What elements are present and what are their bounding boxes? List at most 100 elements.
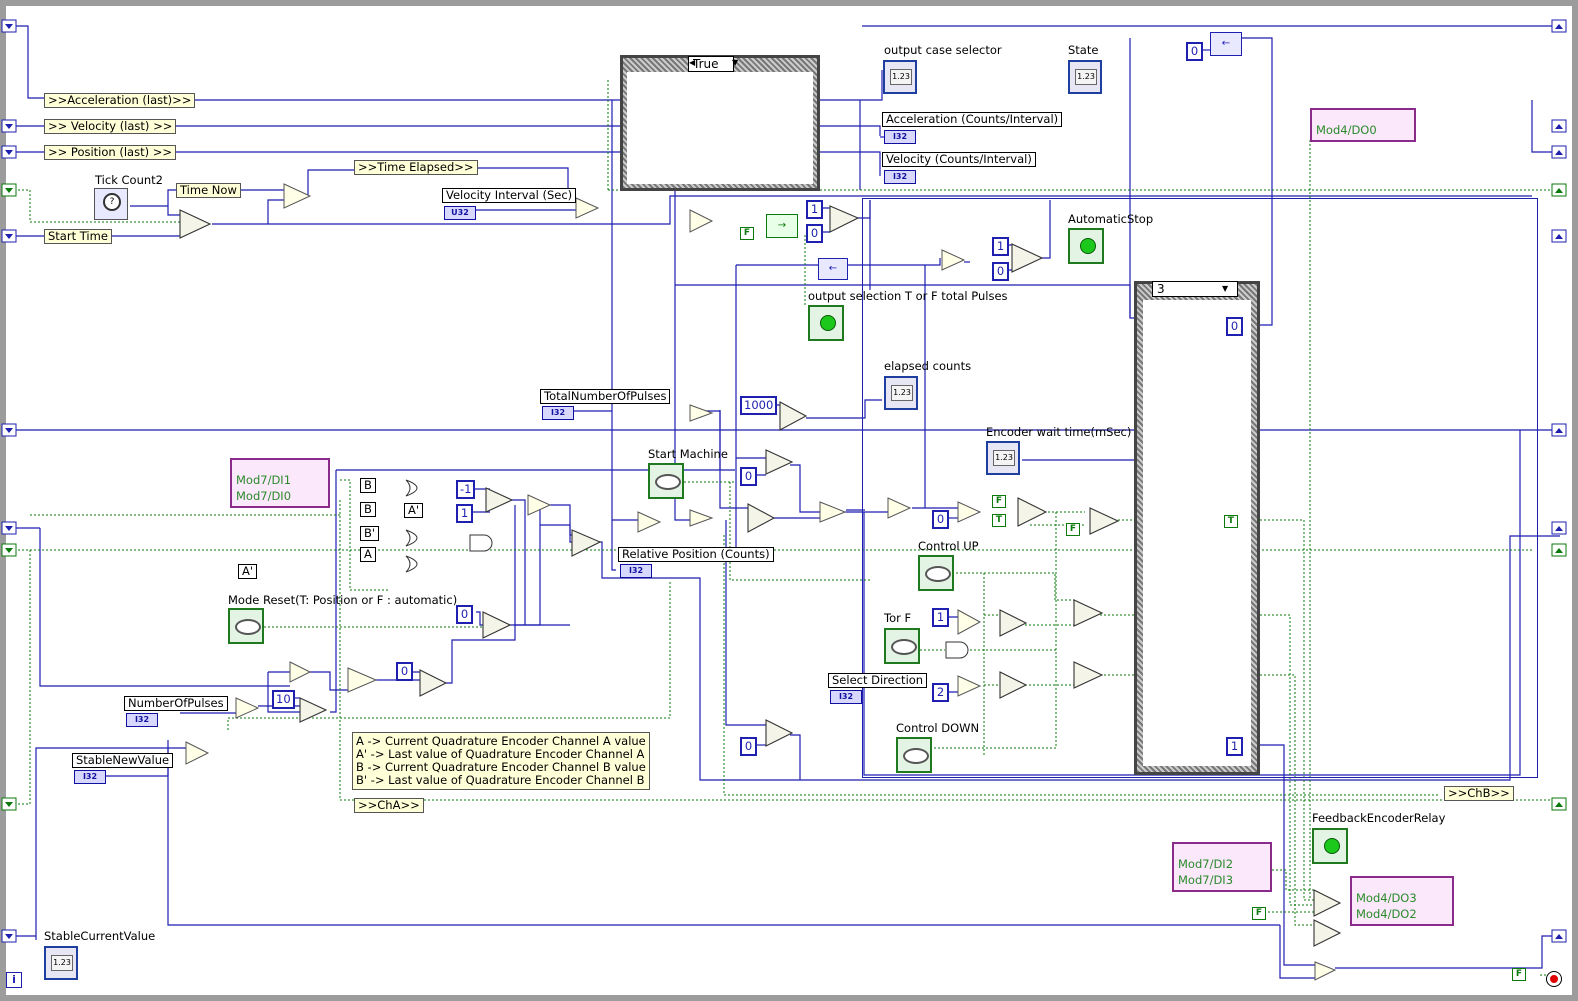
const-zero-a[interactable]: 0 [456,605,473,624]
const-zero-e[interactable]: 0 [806,224,823,243]
automatic-stop-led [1068,228,1104,264]
const-false-d[interactable]: F [1252,907,1266,920]
stable-new-value-label: StableNewValue [72,753,174,768]
acceleration-shift-register: >>Acceleration (last)>> [44,93,196,108]
mode-reset-switch[interactable] [228,608,264,644]
chB-shift-register: >>ChB>> [1444,786,1514,801]
number-of-pulses-i32[interactable]: I32 [126,713,158,727]
di3-channel[interactable]: Mod7/DI3 [1178,872,1266,888]
const-zero-i[interactable]: 0 [1226,317,1243,336]
mode-reset-label: Mode Reset(T: Position or F : automatic) [228,593,458,607]
loop-stop-icon[interactable] [1546,971,1562,987]
di-input-box[interactable]: Mod7/DI1 Mod7/DI0 [230,458,330,508]
const-two[interactable]: 2 [932,683,949,702]
tor-f-switch[interactable] [884,628,920,664]
do0-channel[interactable]: Mod4/DO0 [1316,122,1410,138]
output-selection-label: output selection T or F total Pulses [808,289,1008,303]
control-up-switch[interactable] [918,555,954,591]
tick-count-icon[interactable]: ? [94,188,128,220]
feedback-relay-label: FeedbackEncoderRelay [1312,811,1446,825]
tick-count-label: Tick Count2 [95,173,163,187]
total-pulses-label: TotalNumberOfPulses [540,389,671,404]
info-icon[interactable]: i [6,972,22,988]
chA-shift-register: >>ChA>> [354,798,424,813]
encoder-wait-label: Encoder wait time(mSec) [986,425,1132,439]
state-indicator[interactable]: 1.23 [1068,60,1102,94]
do3-channel[interactable]: Mod4/DO3 [1356,890,1448,906]
flat-sequence-frame [862,198,1538,778]
elapsed-counts-indicator[interactable]: 1.23 [884,376,918,410]
do32-output-box[interactable]: Mod4/DO3 Mod4/DO2 [1350,876,1454,926]
time-elapsed-shift-register: >>Time Elapsed>> [354,160,478,175]
di1-channel[interactable]: Mod7/DI1 [236,472,324,488]
const-true-b[interactable]: T [1224,515,1238,528]
const-false-b[interactable]: F [992,495,1006,508]
state-label: State [1068,43,1099,57]
total-pulses-i32[interactable]: I32 [542,406,574,420]
encoder-comment: A -> Current Quadrature Encoder Channel … [352,732,650,790]
do0-io-box[interactable]: Mod4/DO0 [1310,108,1416,142]
channel-a-label: A [360,547,376,562]
stable-new-value-i32[interactable]: I32 [74,770,106,784]
automatic-stop-label: AutomaticStop [1068,212,1154,226]
velocity-counts-i32[interactable]: I32 [884,170,916,184]
di23-input-box[interactable]: Mod7/DI2 Mod7/DI3 [1172,842,1272,892]
const-one-d[interactable]: 1 [932,608,949,627]
time-now-label: Time Now [176,183,241,198]
const-one-b[interactable]: 1 [806,200,823,219]
const-one-c[interactable]: 1 [992,237,1009,256]
const-zero-g[interactable]: 0 [932,510,949,529]
const-zero-h[interactable]: 0 [1186,42,1203,61]
const-false-e[interactable]: F [1512,968,1526,981]
const-true-a[interactable]: T [992,514,1006,527]
control-down-label: Control DOWN [896,721,980,735]
start-machine-label: Start Machine [648,447,728,461]
velocity-shift-register: >> Velocity (last) >> [44,119,177,134]
const-zero-b[interactable]: 0 [396,662,413,681]
output-case-selector-label: output case selector [884,43,1002,57]
true-case-structure[interactable] [620,55,820,191]
output-selection-led [808,305,844,341]
shift-left-node-icon[interactable]: ← [818,258,848,280]
stable-current-value-indicator[interactable]: 1.23 [44,946,78,980]
channel-b-prime-label: B' [360,526,380,541]
true-case-arrow-left-icon[interactable]: ◀ [689,56,695,69]
const-one-e[interactable]: 1 [1226,737,1243,756]
start-time-label: Start Time [44,229,112,244]
velocity-interval-u32[interactable]: U32 [444,206,476,220]
select-direction-i32[interactable]: I32 [830,690,862,704]
select-direction-label: Select Direction [828,673,928,688]
relative-position-i32[interactable]: I32 [620,564,652,578]
di0-channel[interactable]: Mod7/DI0 [236,488,324,504]
true-case-dropdown-icon[interactable]: ▼ [732,56,738,69]
output-case-selector-indicator[interactable]: 1.23 [883,60,917,94]
start-machine-switch[interactable] [648,463,684,499]
const-false-a[interactable]: F [740,227,754,240]
velocity-counts-label: Velocity (Counts/Interval) [882,152,1036,167]
const-zero-d[interactable]: 0 [740,737,757,756]
const-thousand[interactable]: 1000 [740,396,778,415]
number-of-pulses-label: NumberOfPulses [124,696,228,711]
stable-current-value-label: StableCurrentValue [44,929,156,943]
position-shift-register: >> Position (last) >> [44,145,177,160]
feedback-node-top-icon[interactable]: ← [1210,32,1242,56]
const-false-c[interactable]: F [1066,523,1080,536]
channel-b-label-2: B [360,502,376,517]
encoder-wait-control[interactable]: 1.23 [986,441,1020,475]
velocity-interval-label: Velocity Interval (Sec) [442,188,577,203]
relative-position-label: Relative Position (Counts) [618,547,774,562]
elapsed-counts-label: elapsed counts [884,359,972,373]
channel-a-prime-label: A' [404,503,424,518]
do2-channel[interactable]: Mod4/DO2 [1356,906,1448,922]
acceleration-counts-i32[interactable]: I32 [884,130,916,144]
const-neg1[interactable]: -1 [456,480,476,499]
const-one-a[interactable]: 1 [456,504,473,523]
control-up-label: Control UP [918,539,979,553]
const-zero-f[interactable]: 0 [992,262,1009,281]
feedback-node-icon[interactable]: → [766,214,798,238]
di2-channel[interactable]: Mod7/DI2 [1178,856,1266,872]
tor-f-label: Tor F [884,611,912,625]
control-down-switch[interactable] [896,737,932,773]
const-ten[interactable]: 10 [272,690,295,709]
const-zero-c[interactable]: 0 [740,467,757,486]
